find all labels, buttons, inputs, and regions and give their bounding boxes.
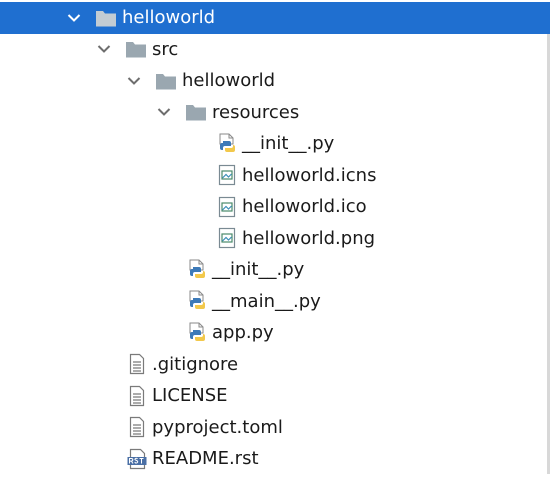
tree-item-label: helloworld.icns — [242, 164, 377, 186]
chevron-down-icon[interactable] — [154, 97, 174, 128]
tree-item-label: .gitignore — [152, 353, 239, 375]
project-tree: helloworld src helloworld resources __in… — [0, 2, 550, 475]
tree-item-label: helloworld.png — [242, 227, 376, 249]
tree-item-label: __main__.py — [212, 290, 321, 312]
folder-icon — [95, 2, 117, 33]
tree-item-helloworld-icns[interactable]: helloworld.icns — [0, 160, 550, 192]
chevron-down-icon[interactable] — [64, 2, 84, 33]
tree-item-label: __init__.py — [242, 133, 335, 154]
tree-item-helloworld-package[interactable]: helloworld — [0, 65, 550, 97]
tree-item-label: helloworld.ico — [242, 196, 367, 217]
tree-item-label: README.rst — [152, 448, 259, 469]
tree-item-pyproject-toml[interactable]: pyproject.toml — [0, 412, 550, 444]
tree-item-label: __init__.py — [212, 259, 305, 280]
text-file-icon — [129, 380, 145, 411]
tree-item-resources[interactable]: resources — [0, 97, 550, 129]
image-file-icon — [218, 191, 236, 222]
text-file-icon — [129, 349, 145, 380]
python-file-icon — [217, 128, 239, 159]
tree-item-label: resources — [212, 101, 300, 123]
tree-item-gitignore[interactable]: .gitignore — [0, 349, 550, 381]
rst-file-icon — [127, 443, 149, 474]
tree-item-label: LICENSE — [152, 385, 228, 406]
image-file-icon — [218, 223, 236, 254]
tree-item-app-py[interactable]: app.py — [0, 317, 550, 349]
tree-item-resources-init-py[interactable]: __init__.py — [0, 128, 550, 160]
tree-item-label: helloworld — [122, 7, 216, 28]
tree-item-init-py[interactable]: __init__.py — [0, 254, 550, 286]
python-file-icon — [187, 286, 209, 317]
tree-item-helloworld-root[interactable]: helloworld — [0, 2, 550, 34]
folder-icon — [125, 34, 147, 65]
tree-item-helloworld-png[interactable]: helloworld.png — [0, 223, 550, 255]
python-file-icon — [187, 254, 209, 285]
text-file-icon — [129, 412, 145, 443]
tree-item-license[interactable]: LICENSE — [0, 380, 550, 412]
tree-item-label: src — [152, 38, 179, 60]
tree-item-label: pyproject.toml — [152, 416, 283, 438]
tree-item-helloworld-ico[interactable]: helloworld.ico — [0, 191, 550, 223]
tree-item-src[interactable]: src — [0, 34, 550, 66]
chevron-down-icon[interactable] — [94, 34, 114, 65]
tree-item-main-py[interactable]: __main__.py — [0, 286, 550, 318]
folder-icon — [155, 65, 177, 96]
chevron-down-icon[interactable] — [124, 65, 144, 96]
tree-item-label: helloworld — [182, 70, 276, 91]
image-file-icon — [218, 160, 236, 191]
tree-item-readme-rst[interactable]: README.rst — [0, 443, 550, 475]
tree-item-label: app.py — [212, 322, 274, 343]
folder-icon — [185, 97, 207, 128]
python-file-icon — [187, 317, 209, 348]
